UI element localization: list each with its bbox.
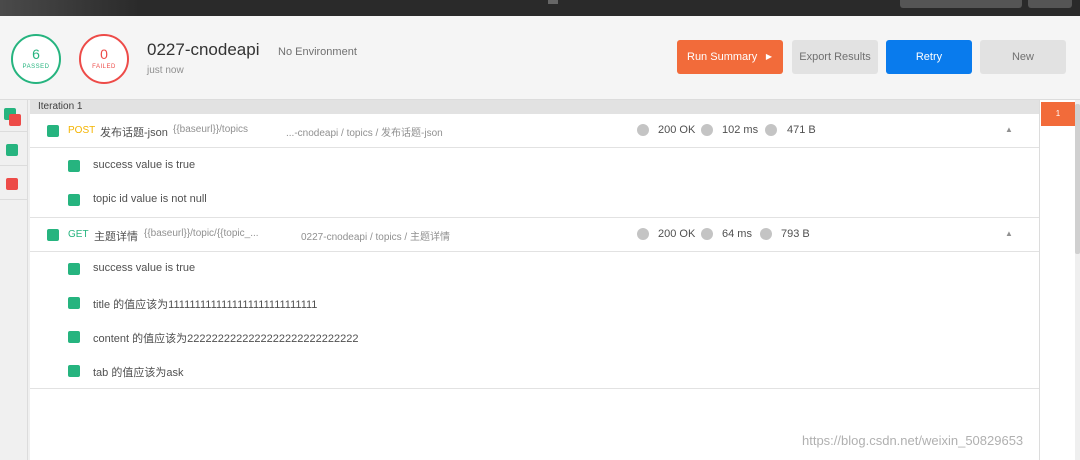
rail-item-request-2[interactable]	[0, 134, 28, 166]
test-pass-icon	[68, 160, 80, 172]
iteration-header: Iteration 1	[30, 100, 1039, 114]
test-result-row: success value is true	[30, 149, 1039, 183]
iteration-rail	[0, 100, 28, 460]
iteration-badge[interactable]: 1	[1041, 102, 1075, 126]
test-name: success value is true	[93, 262, 196, 274]
request-pass-icon	[47, 125, 59, 137]
fail-status-icon	[9, 114, 21, 126]
test-result-row: success value is true	[30, 252, 1039, 286]
test-name: title 的值应该为1111111111111111111111111111	[93, 299, 318, 311]
run-summary-button[interactable]: Run Summary ▶	[677, 40, 783, 74]
fail-status-icon	[6, 178, 18, 190]
test-pass-icon	[68, 297, 80, 309]
retry-button[interactable]: Retry	[886, 40, 972, 74]
request-divider	[30, 388, 1039, 389]
test-pass-icon	[68, 263, 80, 275]
caret-right-icon: ▶	[765, 52, 772, 61]
chevron-up-icon[interactable]: ▲	[1005, 125, 1013, 134]
test-pass-icon	[68, 331, 80, 343]
test-pass-icon	[68, 365, 80, 377]
title-bar-left-region	[0, 0, 140, 16]
test-result-row: tab 的值应该为ask	[30, 354, 1039, 388]
test-name: content 的值应该为222222222222222222222222222…	[93, 333, 359, 345]
status-dot	[637, 124, 649, 136]
request-pass-icon	[47, 229, 59, 241]
size-dot	[760, 228, 772, 240]
response-time: 64 ms	[722, 228, 752, 240]
request-row[interactable]: POST 发布话题-json {{baseurl}}/topics ...-cn…	[30, 114, 1039, 148]
chevron-up-icon[interactable]: ▲	[1005, 229, 1013, 238]
failed-label: FAILED	[92, 64, 116, 70]
time-dot	[701, 124, 713, 136]
request-method: POST	[68, 125, 96, 136]
rail-item-request-3[interactable]	[0, 168, 28, 200]
environment-label: No Environment	[278, 46, 357, 58]
request-row[interactable]: GET 主题详情 {{baseurl}}/topic/{{topic_... 0…	[30, 218, 1039, 252]
request-name: 主题详情	[94, 231, 138, 243]
passed-label: PASSED	[22, 64, 50, 70]
title-bar-control[interactable]	[1028, 0, 1072, 8]
pass-status-icon	[6, 144, 18, 156]
test-name: tab 的值应该为ask	[93, 367, 184, 379]
time-dot	[701, 228, 713, 240]
request-url: {{baseurl}}/topic/{{topic_...	[144, 228, 259, 239]
status-dot	[637, 228, 649, 240]
request-name: 发布话题-json	[100, 127, 168, 139]
request-method: GET	[68, 229, 89, 240]
collection-name: 0227-cnodeapi	[147, 40, 260, 59]
passed-count: 6	[32, 46, 40, 62]
export-results-button[interactable]: Export Results	[792, 40, 878, 74]
rail-item-request-1[interactable]	[0, 100, 28, 132]
response-status: 200 OK	[658, 124, 696, 136]
failed-count: 0	[100, 46, 108, 62]
response-status: 200 OK	[658, 228, 696, 240]
window-title-bar	[0, 0, 1080, 16]
test-name: topic id value is not null	[93, 193, 207, 205]
scrollbar-track[interactable]	[1075, 100, 1080, 460]
request-path: 0227-cnodeapi / topics / 主题详情	[301, 232, 450, 243]
response-size: 793 B	[781, 228, 810, 240]
title-bar-center-mark	[548, 0, 558, 4]
test-result-row: content 的值应该为222222222222222222222222222…	[30, 320, 1039, 354]
passed-counter[interactable]: 6 PASSED	[11, 34, 61, 84]
failed-counter[interactable]: 0 FAILED	[79, 34, 129, 84]
watermark-text: https://blog.csdn.net/weixin_50829653	[802, 433, 1024, 448]
request-path: ...-cnodeapi / topics / 发布话题-json	[286, 128, 443, 139]
test-result-row: title 的值应该为1111111111111111111111111111	[30, 286, 1039, 320]
test-pass-icon	[68, 194, 80, 206]
title-bar-control[interactable]	[900, 0, 1022, 8]
iteration-list-panel: 1	[1039, 100, 1080, 460]
test-result-row: topic id value is not null	[30, 183, 1039, 217]
size-dot	[765, 124, 777, 136]
new-button[interactable]: New	[980, 40, 1066, 74]
results-panel: Iteration 1 POST 发布话题-json {{baseurl}}/t…	[30, 100, 1039, 460]
request-url: {{baseurl}}/topics	[173, 124, 249, 135]
scrollbar-thumb[interactable]	[1075, 104, 1080, 254]
test-name: success value is true	[93, 159, 196, 171]
response-size: 471 B	[787, 124, 816, 136]
runner-header: 6 PASSED 0 FAILED 0227-cnodeapi No Envir…	[0, 16, 1080, 100]
run-timestamp: just now	[147, 65, 184, 76]
run-summary-label: Run Summary	[687, 51, 758, 63]
response-time: 102 ms	[722, 124, 759, 136]
